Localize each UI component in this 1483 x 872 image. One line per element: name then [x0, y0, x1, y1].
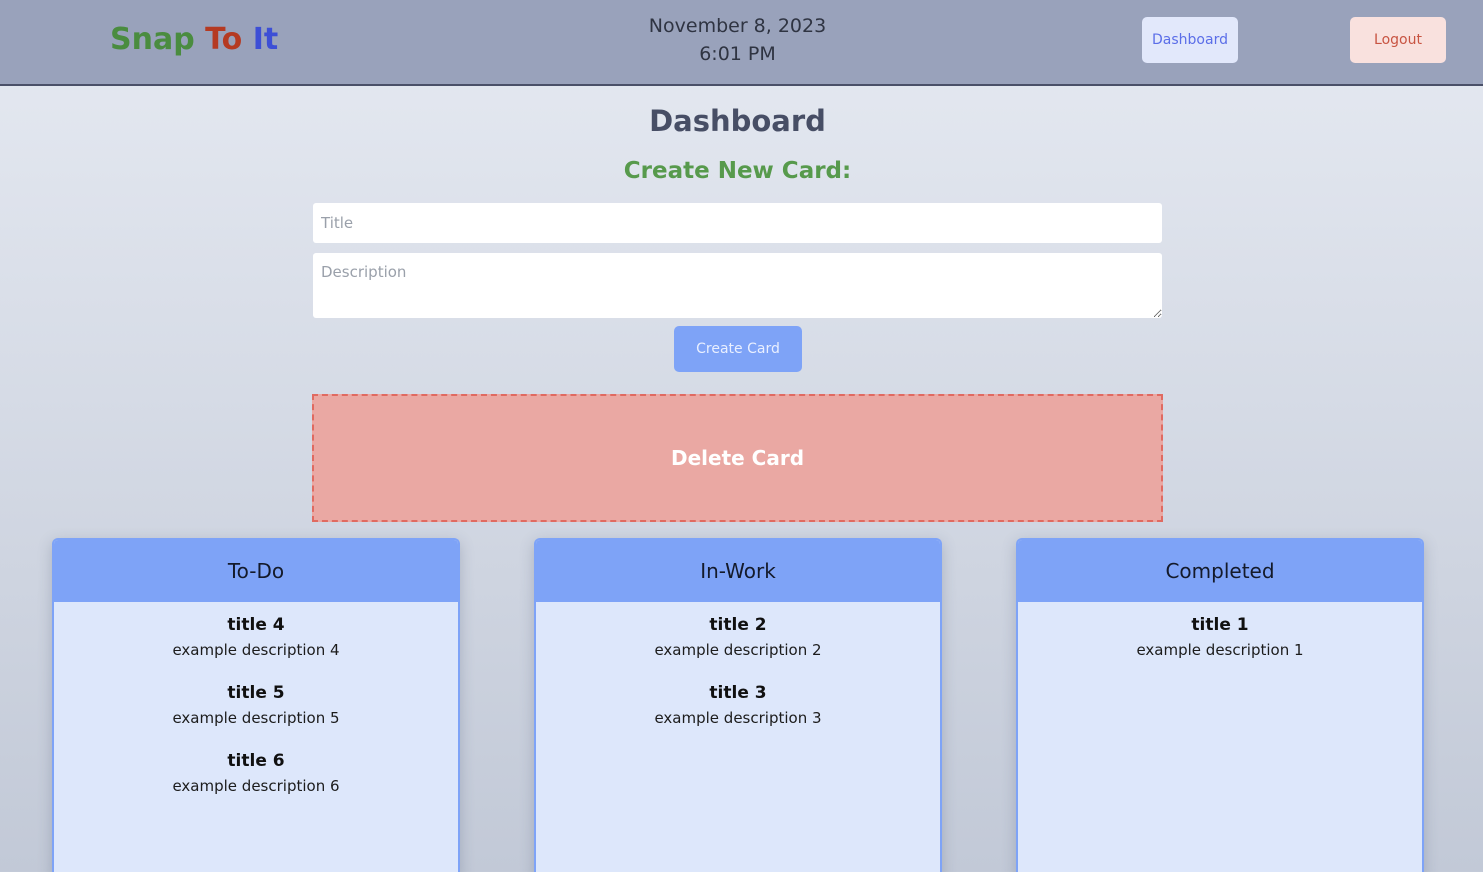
dashboard-button[interactable]: Dashboard — [1142, 17, 1238, 63]
column-title: In-Work — [700, 559, 776, 583]
top-nav-bar: Snap To It November 8, 2023 6:01 PM Dash… — [0, 0, 1483, 86]
column-in-work[interactable]: In-Work title 2 example description 2 ti… — [534, 538, 942, 872]
column-completed[interactable]: Completed title 1 example description 1 — [1016, 538, 1424, 872]
card[interactable]: title 3 example description 3 — [536, 682, 940, 728]
card[interactable]: title 6 example description 6 — [54, 750, 458, 796]
card-title: title 6 — [227, 751, 285, 771]
card-title: title 3 — [709, 683, 767, 703]
column-title: Completed — [1165, 559, 1275, 583]
card-title: title 2 — [709, 615, 767, 635]
card[interactable]: title 5 example description 5 — [54, 682, 458, 728]
card-title: title 5 — [227, 683, 285, 703]
column-header: To-Do — [54, 540, 458, 602]
card-description: example description 6 — [172, 777, 340, 795]
logo-word-to: To — [205, 22, 243, 57]
card-description: example description 1 — [1136, 641, 1304, 659]
card-title: title 1 — [1191, 615, 1249, 635]
column-header: In-Work — [536, 540, 940, 602]
date-time-display: November 8, 2023 6:01 PM — [600, 12, 875, 68]
column-todo[interactable]: To-Do title 4 example description 4 titl… — [52, 538, 460, 872]
current-date: November 8, 2023 — [648, 15, 827, 37]
card-description-input[interactable] — [313, 253, 1162, 318]
current-time: 6:01 PM — [699, 43, 776, 65]
logo-word-snap: Snap — [110, 22, 195, 57]
column-header: Completed — [1018, 540, 1422, 602]
card-title-input[interactable] — [313, 203, 1162, 243]
create-card-button[interactable]: Create Card — [674, 326, 802, 372]
logout-button[interactable]: Logout — [1350, 17, 1446, 63]
card[interactable]: title 4 example description 4 — [54, 614, 458, 660]
card-description: example description 4 — [172, 641, 340, 659]
card-title: title 4 — [227, 615, 285, 635]
logo-word-it: It — [252, 22, 279, 57]
card-description: example description 2 — [654, 641, 822, 659]
card[interactable]: title 1 example description 1 — [1018, 614, 1422, 660]
delete-card-label: Delete Card — [670, 446, 805, 470]
card-description: example description 5 — [172, 709, 340, 727]
page-title: Dashboard — [649, 104, 826, 138]
column-title: To-Do — [227, 559, 285, 583]
card-description: example description 3 — [654, 709, 822, 727]
create-card-heading: Create New Card: — [623, 158, 852, 184]
delete-card-dropzone[interactable]: Delete Card — [312, 394, 1163, 522]
card[interactable]: title 2 example description 2 — [536, 614, 940, 660]
app-logo[interactable]: Snap To It — [110, 22, 278, 57]
